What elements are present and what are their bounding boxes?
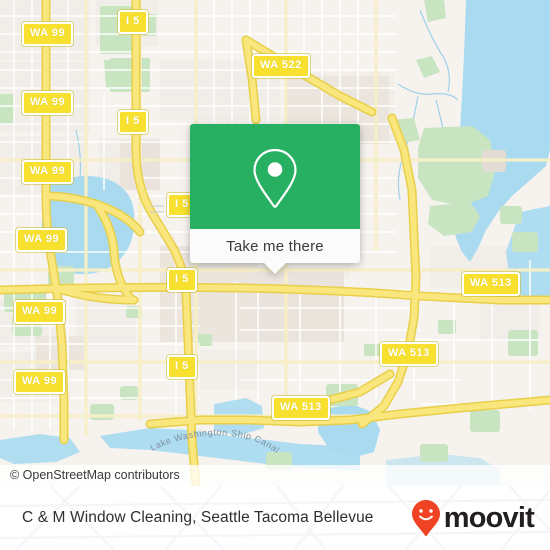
highway-shield: WA 99 [14,300,66,324]
highway-shield: WA 99 [14,370,66,394]
moovit-logo[interactable]: moovit [411,486,535,550]
highway-shield: I 5 [167,268,197,292]
popup-header [190,124,360,229]
map-page: WA 99 I 5 WA 522 WA 99 I 5 WA 99 I 5 WA … [0,0,550,550]
map-canvas[interactable]: WA 99 I 5 WA 522 WA 99 I 5 WA 99 I 5 WA … [0,0,550,486]
highway-shield: WA 99 [22,160,74,184]
highway-shield: WA 99 [16,228,68,252]
highway-shield: I 5 [167,355,197,379]
highway-shield: I 5 [118,10,148,34]
highway-shield: WA 99 [22,91,74,115]
highway-shield: WA 513 [462,272,520,296]
popup-pointer [264,263,286,274]
map-pin-icon [253,148,297,208]
page-title: C & M Window Cleaning, Seattle Tacoma Be… [22,509,374,526]
highway-shield: I 5 [118,110,148,134]
location-popup[interactable]: Take me there [190,124,360,274]
map-attribution[interactable]: © OpenStreetMap contributors [0,465,550,486]
highway-shield: WA 513 [272,396,330,420]
page-footer: C & M Window Cleaning, Seattle Tacoma Be… [0,486,550,550]
moovit-wordmark: moovit [443,501,535,534]
take-me-there-button[interactable]: Take me there [190,229,360,263]
highway-shield: WA 99 [22,22,74,46]
highway-shield: WA 513 [380,342,438,366]
highway-shield: WA 522 [252,54,310,78]
moovit-pin-smiley-icon [411,500,440,536]
